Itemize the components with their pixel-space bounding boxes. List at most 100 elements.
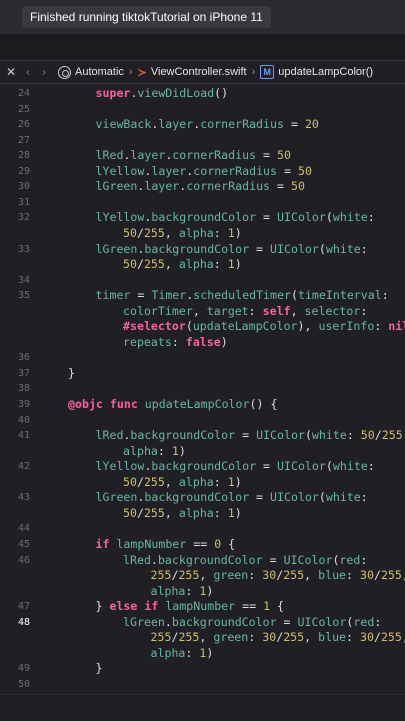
code-line[interactable]: lGreen.backgroundColor = UIColor(white: <box>96 242 368 257</box>
code-token: white <box>326 490 361 504</box>
code-line[interactable]: } <box>96 661 103 676</box>
line-number: 46 <box>0 553 30 568</box>
close-tab-icon[interactable]: ✕ <box>2 65 20 79</box>
code-token: alpha <box>151 584 186 598</box>
code-token: 30 <box>360 568 374 582</box>
code-line[interactable]: #selector(updateLampColor), userInfo: ni… <box>123 319 405 334</box>
code-token: , <box>193 304 207 318</box>
code-line[interactable]: timer = Timer.scheduledTimer(timeInterva… <box>96 288 389 303</box>
code-line[interactable]: lYellow.layer.cornerRadius = 50 <box>96 164 312 179</box>
code-line[interactable]: alpha: 1) <box>151 584 214 599</box>
jumpbar-method[interactable]: updateLampColor() <box>278 66 373 78</box>
code-token: UIColor <box>298 615 347 629</box>
code-line[interactable]: lRed.backgroundColor = UIColor(red: <box>123 553 367 568</box>
code-token: } <box>96 661 103 675</box>
code-token: 255 <box>144 226 165 240</box>
code-token: , <box>199 630 213 644</box>
jumpbar-file[interactable]: ViewController.swift <box>151 66 247 78</box>
code-token: lRed <box>96 428 124 442</box>
code-token: target <box>207 304 249 318</box>
code-line[interactable]: 50/255, alpha: 1) <box>123 257 242 272</box>
navigate-forward-icon[interactable]: › <box>36 65 52 79</box>
code-token: lYellow <box>96 164 145 178</box>
code-line[interactable]: repeats: false) <box>123 335 228 350</box>
code-line[interactable]: 50/255, alpha: 1) <box>123 226 242 241</box>
code-token: : <box>185 584 199 598</box>
code-line[interactable]: lYellow.backgroundColor = UIColor(white: <box>96 459 375 474</box>
line-number: 27 <box>0 133 30 148</box>
code-line[interactable]: if lampNumber == 0 { <box>96 537 236 552</box>
code-line[interactable]: lGreen.backgroundColor = UIColor(red: <box>123 615 381 630</box>
line-number: 28 <box>0 148 30 163</box>
code-token: timer <box>96 288 131 302</box>
code-line[interactable]: lRed.layer.cornerRadius = 50 <box>96 148 291 163</box>
code-token: 255 <box>144 475 165 489</box>
code-token: : <box>374 319 388 333</box>
code-token: #selector <box>123 319 186 333</box>
code-token: green <box>213 630 248 644</box>
code-line[interactable]: 255/255, green: 30/255, blue: 30/255, <box>151 568 405 583</box>
code-line[interactable]: } else if lampNumber == 1 { <box>96 599 285 614</box>
code-line[interactable]: super.viewDidLoad() <box>96 86 229 101</box>
code-token: 255 <box>381 568 402 582</box>
code-token: / <box>375 428 382 442</box>
code-line[interactable]: lGreen.layer.cornerRadius = 50 <box>96 179 305 194</box>
code-line[interactable]: 50/255, alpha: 1) <box>123 475 242 490</box>
code-token: ) <box>179 444 186 458</box>
code-token: : <box>374 615 381 629</box>
code-token: . <box>165 615 172 629</box>
code-line[interactable]: lRed.backgroundColor = UIColor(white: 50… <box>96 428 405 443</box>
jumpbar-scheme[interactable]: Automatic <box>75 66 124 78</box>
code-line[interactable]: colorTimer, target: self, selector: <box>123 304 367 319</box>
code-line[interactable]: alpha: 1) <box>151 646 214 661</box>
code-line[interactable]: lYellow.backgroundColor = UIColor(white: <box>96 210 375 225</box>
line-number: 34 <box>0 273 30 288</box>
code-token: = <box>235 428 256 442</box>
code-token: lampNumber <box>165 599 235 613</box>
code-token: if <box>96 537 110 551</box>
code-token: / <box>137 506 144 520</box>
navigate-back-icon[interactable]: ‹ <box>20 65 36 79</box>
code-token: backgroundColor <box>172 615 277 629</box>
code-token: = <box>256 210 277 224</box>
code-token: , <box>165 257 179 271</box>
code-token: : <box>346 630 360 644</box>
code-token: = <box>263 553 284 567</box>
code-token: ( <box>326 459 333 473</box>
code-line[interactable]: @objc func updateLampColor() { <box>68 397 277 412</box>
code-token: 255 <box>178 568 199 582</box>
code-line[interactable]: } <box>68 366 75 381</box>
code-token <box>138 397 145 411</box>
line-number: 30 <box>0 179 30 194</box>
code-token: UIColor <box>284 553 333 567</box>
code-token: ( <box>291 288 298 302</box>
code-token: = <box>277 164 298 178</box>
chevron-right-icon: › <box>252 66 256 78</box>
code-token: false <box>186 335 221 349</box>
code-token: viewDidLoad <box>137 86 214 100</box>
code-line[interactable]: viewBack.layer.cornerRadius = 20 <box>96 117 319 132</box>
editor-bottom-bar <box>0 694 405 721</box>
code-line[interactable]: alpha: 1) <box>123 444 186 459</box>
code-token: : <box>361 242 368 256</box>
code-token: : <box>172 335 186 349</box>
code-line[interactable]: 50/255, alpha: 1) <box>123 506 242 521</box>
code-token: 1 <box>228 475 235 489</box>
code-token: : <box>368 459 375 473</box>
code-token: : <box>360 304 367 318</box>
code-token: { <box>270 599 284 613</box>
code-line[interactable]: lGreen.backgroundColor = UIColor(white: <box>96 490 368 505</box>
line-number: 45 <box>0 537 30 552</box>
code-token: 1 <box>172 444 179 458</box>
code-token: = <box>256 459 277 473</box>
code-line[interactable]: 255/255, green: 30/255, blue: 30/255, <box>151 630 405 645</box>
code-token: ( <box>319 242 326 256</box>
code-token: , <box>304 630 318 644</box>
code-token: backgroundColor <box>144 242 249 256</box>
code-token: 255 <box>151 568 172 582</box>
code-token: backgroundColor <box>158 553 263 567</box>
code-editor[interactable]: 24super.viewDidLoad()2526viewBack.layer.… <box>0 84 405 694</box>
line-number: 24 <box>0 86 30 101</box>
code-token: lYellow <box>96 210 145 224</box>
code-token: 1 <box>228 257 235 271</box>
